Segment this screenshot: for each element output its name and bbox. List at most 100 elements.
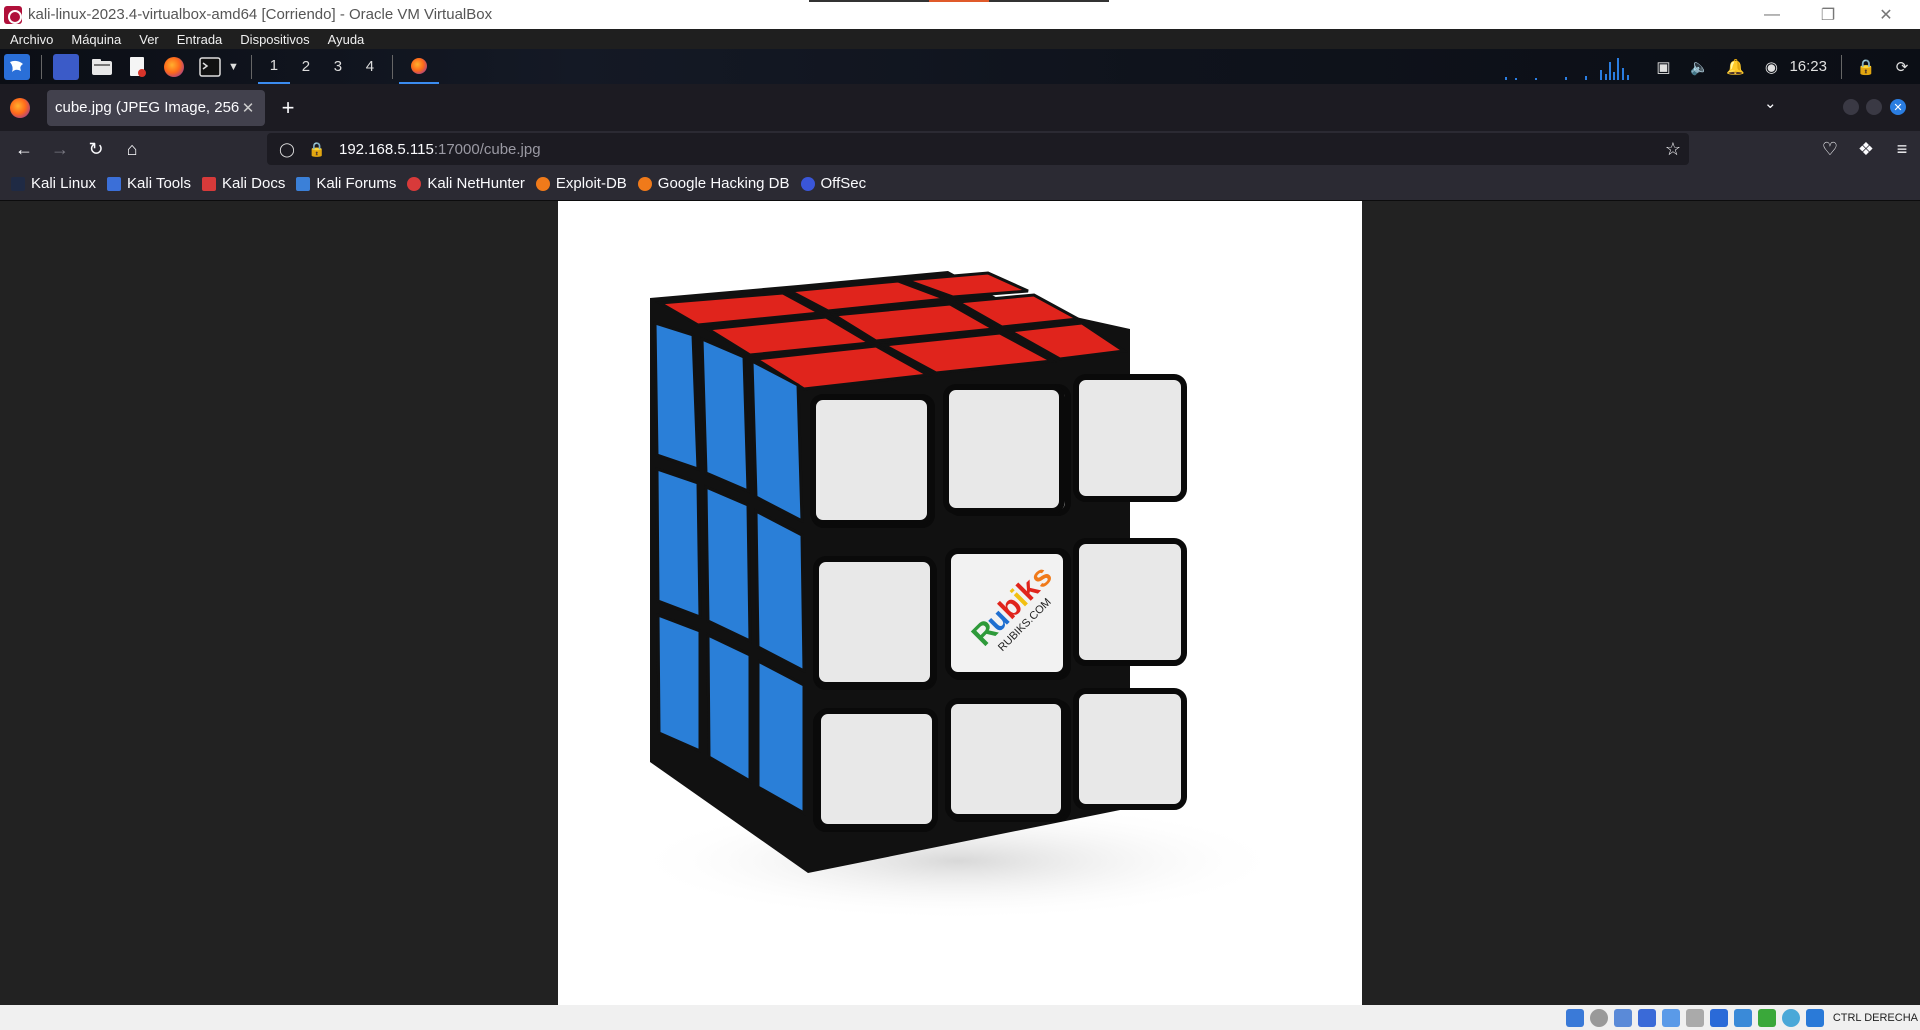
bookmarks-toolbar: Kali Linux Kali Tools Kali Docs Kali For… bbox=[0, 167, 1920, 201]
logout-icon[interactable]: ⟳ bbox=[1889, 54, 1915, 80]
shared-folders-icon[interactable] bbox=[1685, 1008, 1704, 1027]
pocket-icon[interactable]: ♡ bbox=[1812, 133, 1848, 165]
menu-entrada[interactable]: Entrada bbox=[166, 32, 230, 47]
firefox-tab-bar: cube.jpg (JPEG Image, 2560 ✕ + ⌄ ✕ bbox=[0, 84, 1920, 131]
window-title: kali-linux-2023.4-virtualbox-amd64 [Corr… bbox=[28, 6, 493, 23]
minimize-button[interactable]: — bbox=[1744, 0, 1800, 29]
audio-icon[interactable] bbox=[1613, 1008, 1632, 1027]
integration-icon[interactable] bbox=[1781, 1008, 1800, 1027]
bookmark-google-hacking-db[interactable]: Google Hacking DB bbox=[637, 175, 790, 192]
display-status-icon[interactable] bbox=[1709, 1008, 1728, 1027]
url-host: 192.168.5.115 bbox=[339, 140, 434, 158]
page-content: R u b i k s RUBIKS.COM bbox=[0, 201, 1920, 1005]
terminal-icon[interactable] bbox=[197, 54, 223, 80]
window-close-dot[interactable]: ✕ bbox=[1890, 99, 1906, 115]
tab-label: cube.jpg (JPEG Image, 2560 bbox=[55, 99, 239, 116]
bookmark-offsec[interactable]: OffSec bbox=[800, 175, 867, 192]
tab-cube-jpg[interactable]: cube.jpg (JPEG Image, 2560 ✕ bbox=[47, 89, 265, 126]
network-adapter-icon[interactable] bbox=[1637, 1008, 1656, 1027]
bookmark-label: Kali Forums bbox=[316, 175, 397, 192]
title-focus-indicator bbox=[809, 0, 1109, 2]
usb-icon[interactable] bbox=[1661, 1008, 1680, 1027]
workspace-2[interactable]: 2 bbox=[290, 49, 322, 84]
forward-button[interactable]: → bbox=[42, 133, 78, 165]
window-maximize-dot[interactable] bbox=[1866, 99, 1882, 115]
kali-forums-icon bbox=[296, 176, 311, 191]
cpu-activity-icon[interactable] bbox=[1757, 1008, 1776, 1027]
hard-disk-icon[interactable] bbox=[1565, 1008, 1584, 1027]
clock-icon: ◉ bbox=[1764, 58, 1778, 76]
menu-maquina[interactable]: Máquina bbox=[60, 32, 128, 47]
firefox-view-icon[interactable] bbox=[10, 97, 30, 118]
bookmark-label: OffSec bbox=[820, 175, 867, 192]
host-key-label[interactable]: CTRL DERECHA bbox=[1833, 1012, 1918, 1024]
display-icon[interactable]: ▣ bbox=[1650, 54, 1676, 80]
volume-icon[interactable]: 🔈 bbox=[1686, 54, 1712, 80]
connection-lock-icon[interactable]: 🔒 bbox=[307, 141, 327, 158]
taskbar-firefox-window[interactable] bbox=[398, 49, 439, 84]
firefox-window-icon bbox=[410, 57, 427, 74]
panel-separator bbox=[250, 54, 252, 79]
cube-image[interactable]: R u b i k s RUBIKS.COM bbox=[558, 201, 1362, 1005]
lock-screen-icon[interactable]: 🔒 bbox=[1853, 54, 1879, 80]
kali-top-panel: ▼ 1 2 3 4 ▣ 🔈 🔔 ◉ 16:23 🔒 ⟳ bbox=[0, 49, 1920, 84]
menu-ayuda[interactable]: Ayuda bbox=[317, 32, 372, 47]
url-path: :17000/cube.jpg bbox=[433, 140, 541, 158]
bookmark-kali-docs[interactable]: Kali Docs bbox=[201, 175, 286, 192]
extensions-icon[interactable]: ❖ bbox=[1848, 133, 1884, 165]
workspace-1[interactable]: 1 bbox=[257, 49, 290, 84]
tracking-protection-shield-icon[interactable]: ◯ bbox=[277, 141, 297, 158]
optical-drive-icon[interactable] bbox=[1589, 1008, 1608, 1027]
panel-clock[interactable]: 16:23 bbox=[1789, 58, 1827, 75]
bookmark-kali-forums[interactable]: Kali Forums bbox=[296, 175, 396, 192]
window-minimize-dot[interactable] bbox=[1843, 99, 1859, 115]
terminal-dropdown-icon[interactable]: ▼ bbox=[228, 61, 239, 73]
network-monitor-graph bbox=[1505, 49, 1635, 84]
list-all-tabs-icon[interactable]: ⌄ bbox=[1764, 94, 1777, 112]
kali-docs-icon bbox=[201, 176, 216, 191]
panel-separator bbox=[41, 54, 42, 79]
show-desktop-icon[interactable] bbox=[53, 53, 79, 80]
rubiks-cube-picture: R u b i k s RUBIKS.COM bbox=[628, 271, 1288, 921]
kali-menu-icon[interactable] bbox=[4, 53, 30, 80]
app-menu-icon[interactable]: ≡ bbox=[1884, 133, 1920, 165]
reload-button[interactable]: ↻ bbox=[78, 133, 114, 165]
panel-separator bbox=[1841, 54, 1842, 79]
ghdb-icon bbox=[637, 176, 652, 191]
vbox-title-bar: kali-linux-2023.4-virtualbox-amd64 [Corr… bbox=[0, 0, 1920, 29]
bookmark-kali-nethunter[interactable]: Kali NetHunter bbox=[407, 175, 525, 192]
virtualbox-app-icon bbox=[4, 5, 22, 24]
url-bar[interactable]: ◯ 🔒 192.168.5.115:17000/cube.jpg ☆ bbox=[267, 133, 1689, 165]
recording-icon[interactable] bbox=[1733, 1008, 1752, 1027]
panel-separator bbox=[391, 54, 393, 79]
home-button[interactable]: ⌂ bbox=[114, 133, 150, 165]
bookmark-star-icon[interactable]: ☆ bbox=[1665, 139, 1681, 160]
bookmark-label: Kali Docs bbox=[221, 175, 286, 192]
firefox-nav-bar: ← → ↻ ⌂ ◯ 🔒 192.168.5.115:17000/cube.jpg… bbox=[0, 131, 1920, 167]
bookmark-kali-linux[interactable]: Kali Linux bbox=[11, 175, 96, 192]
notifications-bell-icon[interactable]: 🔔 bbox=[1722, 54, 1748, 80]
text-editor-icon[interactable] bbox=[125, 54, 151, 80]
close-button[interactable]: ✕ bbox=[1858, 0, 1914, 29]
menu-archivo[interactable]: Archivo bbox=[0, 32, 60, 47]
menu-dispositivos[interactable]: Dispositivos bbox=[229, 32, 316, 47]
nethunter-icon bbox=[407, 176, 422, 191]
bookmark-kali-tools[interactable]: Kali Tools bbox=[107, 175, 191, 192]
kali-dragon-icon bbox=[11, 176, 25, 191]
bookmark-exploit-db[interactable]: Exploit-DB bbox=[535, 175, 627, 192]
workspace-3[interactable]: 3 bbox=[322, 49, 354, 84]
vbox-menubar: Archivo Máquina Ver Entrada Dispositivos… bbox=[0, 29, 1920, 49]
exploitdb-icon bbox=[535, 176, 550, 191]
restore-button[interactable]: ❐ bbox=[1800, 0, 1856, 29]
bookmark-label: Kali NetHunter bbox=[427, 175, 525, 192]
file-manager-icon[interactable] bbox=[89, 54, 115, 80]
firefox-launcher-icon[interactable] bbox=[161, 54, 187, 80]
back-button[interactable]: ← bbox=[6, 133, 42, 165]
bookmark-label: Google Hacking DB bbox=[657, 175, 790, 192]
tab-close-icon[interactable]: ✕ bbox=[239, 99, 257, 117]
new-tab-button[interactable]: + bbox=[271, 91, 305, 125]
mouse-integration-icon[interactable] bbox=[1805, 1008, 1824, 1027]
vbox-status-bar: CTRL DERECHA bbox=[0, 1005, 1920, 1030]
menu-ver[interactable]: Ver bbox=[128, 32, 166, 47]
workspace-4[interactable]: 4 bbox=[354, 49, 386, 84]
